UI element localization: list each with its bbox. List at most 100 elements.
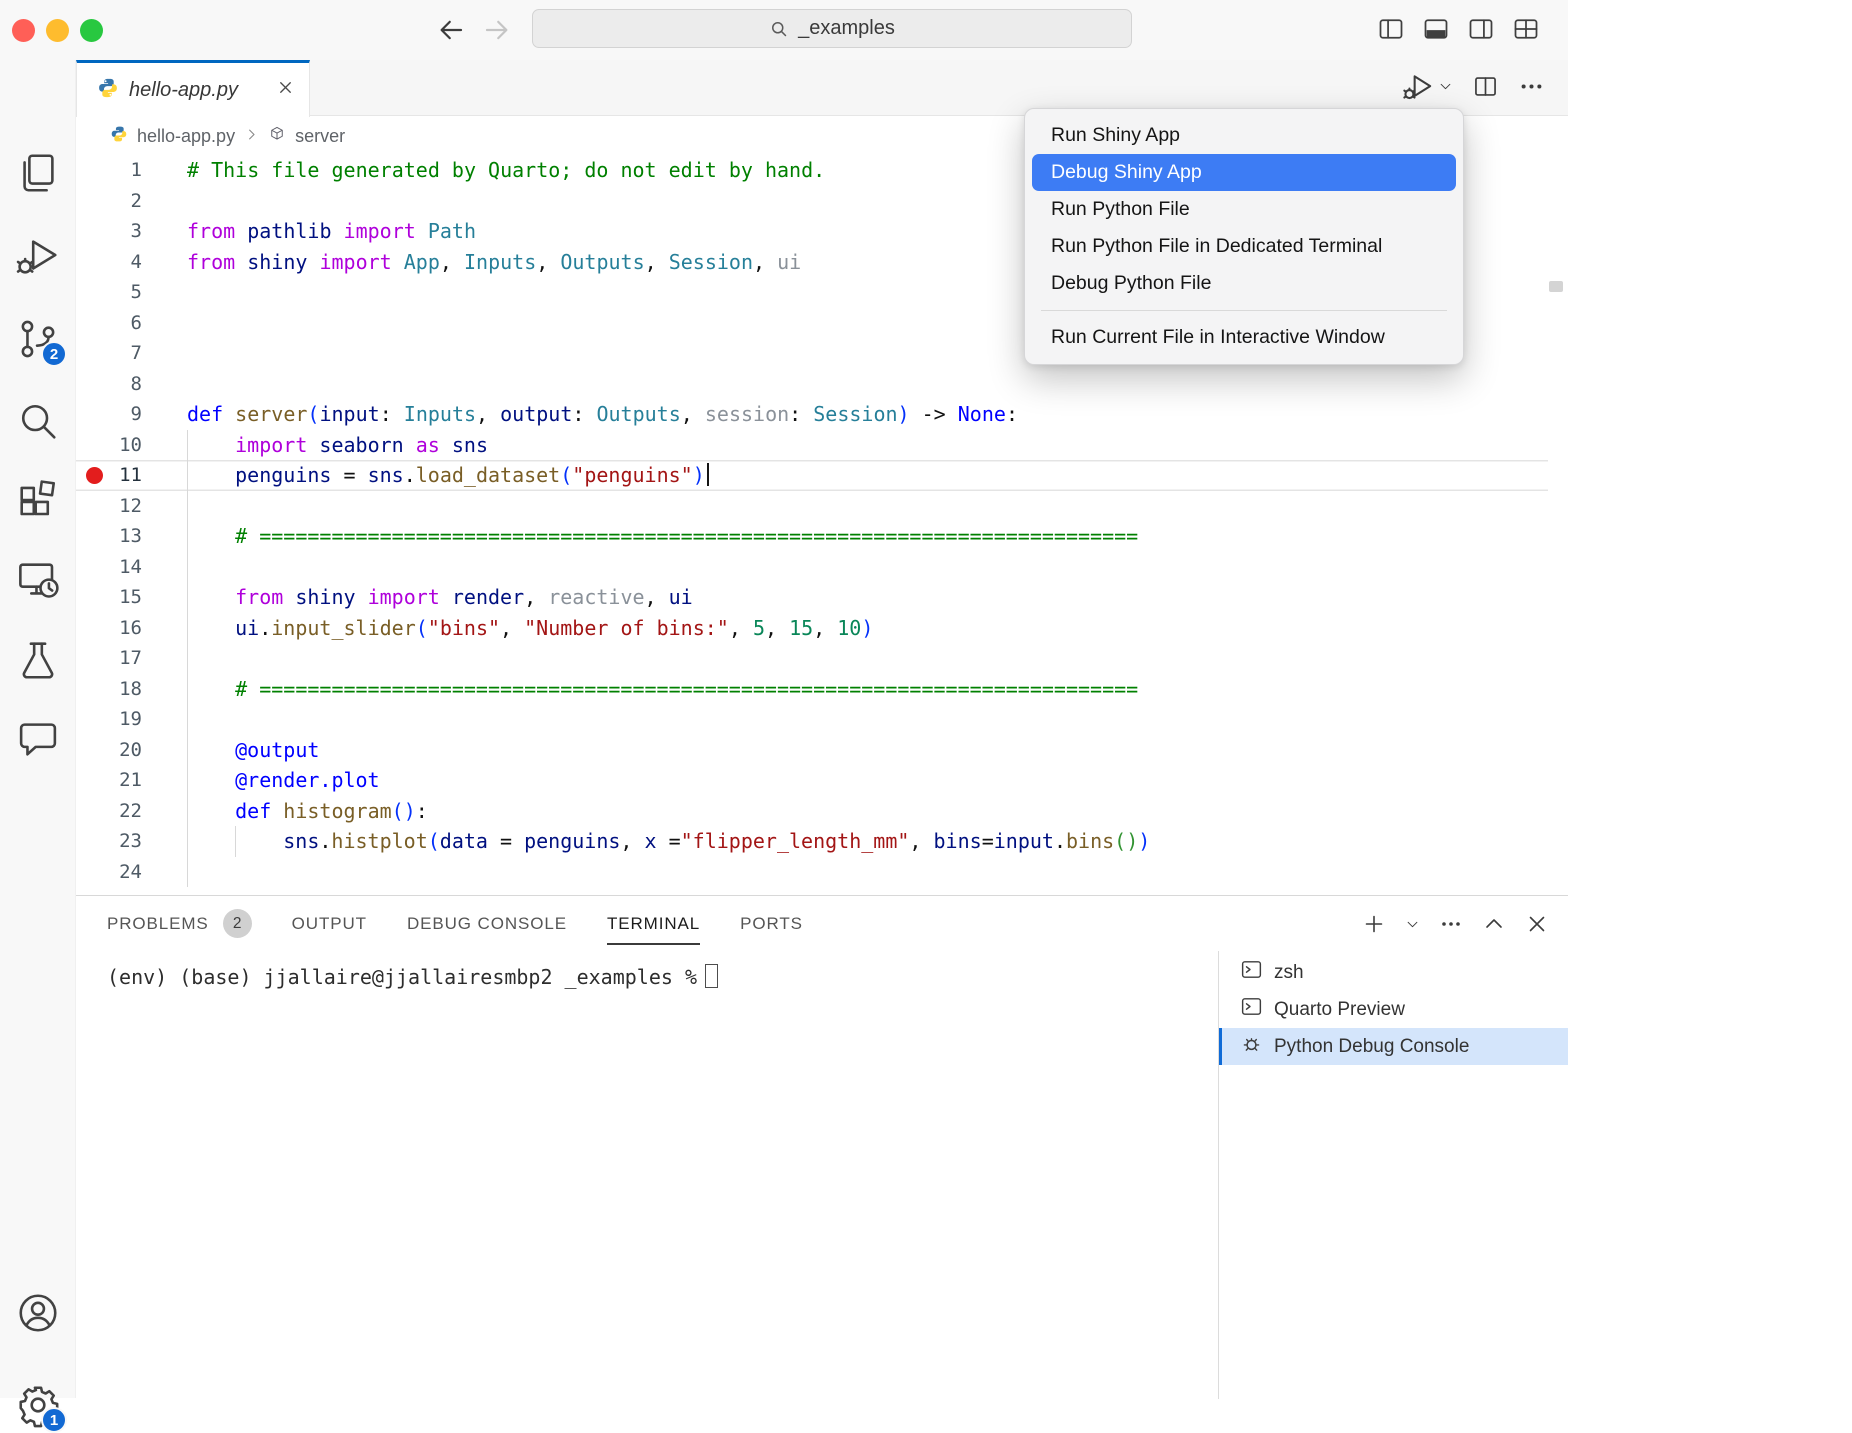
menu-item-debug-python-file[interactable]: Debug Python File bbox=[1032, 265, 1456, 302]
code-line-23[interactable]: 23sns.histplot(data = penguins, x ="flip… bbox=[76, 826, 1548, 857]
indent-guide bbox=[187, 491, 188, 522]
sidebar-item-search[interactable] bbox=[15, 398, 61, 444]
menu-item-run-current-file-in-interactive-window[interactable]: Run Current File in Interactive Window bbox=[1032, 319, 1456, 356]
line-number[interactable]: 22 bbox=[76, 796, 142, 827]
toggle-secondary-sidebar-icon[interactable] bbox=[1467, 15, 1495, 48]
line-number[interactable]: 8 bbox=[76, 369, 142, 400]
menu-item-run-python-file[interactable]: Run Python File bbox=[1032, 191, 1456, 228]
code-line-14[interactable]: 14 bbox=[76, 552, 1548, 583]
line-number[interactable]: 1 bbox=[76, 155, 142, 186]
split-editor-icon[interactable] bbox=[1472, 73, 1499, 105]
sidebar-item-run-and-debug[interactable] bbox=[15, 233, 61, 279]
close-panel-icon[interactable] bbox=[1525, 912, 1549, 941]
line-number[interactable]: 6 bbox=[76, 308, 142, 339]
code-line-22[interactable]: 22def histogram(): bbox=[76, 796, 1548, 827]
code-line-21[interactable]: 21@render.plot bbox=[76, 765, 1548, 796]
line-number[interactable]: 2 bbox=[76, 186, 142, 217]
code-line-20[interactable]: 20@output bbox=[76, 735, 1548, 766]
code-line-15[interactable]: 15from shiny import render, reactive, ui bbox=[76, 582, 1548, 613]
navigate-back-button[interactable] bbox=[436, 15, 468, 47]
text-cursor bbox=[707, 463, 710, 486]
run-options-chevron-icon[interactable] bbox=[1438, 79, 1453, 99]
terminal-session-label: Python Debug Console bbox=[1274, 1036, 1469, 1058]
code-line-16[interactable]: 16ui.input_slider("bins", "Number of bin… bbox=[76, 613, 1548, 644]
search-value: _examples bbox=[798, 17, 895, 40]
line-number[interactable]: 7 bbox=[76, 338, 142, 369]
code-line-9[interactable]: 9def server(input: Inputs, output: Outpu… bbox=[76, 399, 1548, 430]
sidebar-item-testing[interactable] bbox=[15, 637, 61, 683]
line-number[interactable]: 24 bbox=[76, 857, 142, 888]
line-number[interactable]: 23 bbox=[76, 826, 142, 857]
code-line-12[interactable]: 12 bbox=[76, 491, 1548, 522]
close-window-button[interactable] bbox=[12, 19, 35, 42]
code-line-17[interactable]: 17 bbox=[76, 643, 1548, 674]
sidebar-item-explorer[interactable] bbox=[15, 150, 61, 196]
code-line-10[interactable]: 10import seaborn as sns bbox=[76, 430, 1548, 461]
more-actions-icon[interactable] bbox=[1518, 73, 1545, 105]
breadcrumb-symbol[interactable]: server bbox=[295, 126, 345, 147]
indent-guide bbox=[187, 765, 188, 796]
line-number[interactable]: 10 bbox=[76, 430, 142, 461]
panel-tab-debug-console[interactable]: DEBUG CONSOLE bbox=[407, 896, 567, 951]
line-number[interactable]: 16 bbox=[76, 613, 142, 644]
toggle-primary-sidebar-icon[interactable] bbox=[1377, 15, 1405, 48]
terminal-list-item-python-debug-console[interactable]: Python Debug Console bbox=[1219, 1028, 1568, 1065]
remote-explorer-icon bbox=[15, 557, 61, 603]
run-or-debug-button[interactable] bbox=[1402, 70, 1435, 108]
indent-guide bbox=[187, 704, 188, 735]
line-number[interactable]: 4 bbox=[76, 247, 142, 278]
line-number[interactable]: 5 bbox=[76, 277, 142, 308]
line-number[interactable]: 12 bbox=[76, 491, 142, 522]
code-line-11[interactable]: 11penguins = sns.load_dataset("penguins"… bbox=[76, 460, 1548, 491]
line-number[interactable]: 20 bbox=[76, 735, 142, 766]
line-number[interactable]: 14 bbox=[76, 552, 142, 583]
terminal-profile-chevron-icon[interactable] bbox=[1405, 917, 1420, 937]
line-number[interactable]: 3 bbox=[76, 216, 142, 247]
menu-item-run-python-file-in-dedicated-terminal[interactable]: Run Python File in Dedicated Terminal bbox=[1032, 228, 1456, 265]
sidebar-item-settings[interactable]: 1 bbox=[15, 1382, 61, 1428]
breakpoint-dot[interactable] bbox=[86, 467, 103, 484]
navigate-forward-button[interactable] bbox=[482, 15, 514, 47]
minimize-window-button[interactable] bbox=[46, 19, 69, 42]
panel-tab-problems[interactable]: PROBLEMS2 bbox=[107, 896, 252, 951]
code-line-8[interactable]: 8 bbox=[76, 369, 1548, 400]
line-number[interactable]: 13 bbox=[76, 521, 142, 552]
terminal-list-item-zsh[interactable]: zsh bbox=[1219, 954, 1568, 991]
command-center-search[interactable]: _examples bbox=[532, 9, 1132, 48]
terminal-list-item-quarto-preview[interactable]: Quarto Preview bbox=[1219, 991, 1568, 1028]
customize-layout-icon[interactable] bbox=[1512, 15, 1540, 48]
maximize-panel-icon[interactable] bbox=[1482, 912, 1506, 941]
sidebar-item-extensions[interactable] bbox=[15, 477, 61, 523]
sidebar-item-source-control[interactable]: 2 bbox=[15, 316, 61, 362]
panel-tab-terminal[interactable]: TERMINAL bbox=[607, 896, 700, 951]
sidebar-item-accounts[interactable] bbox=[15, 1290, 61, 1336]
editor-toolbar bbox=[1402, 72, 1545, 106]
line-number[interactable]: 9 bbox=[76, 399, 142, 430]
terminal-output[interactable]: (env) (base) jjallaire@jjallairesmbp2 _e… bbox=[107, 964, 1207, 989]
line-number[interactable]: 19 bbox=[76, 704, 142, 735]
line-number[interactable]: 21 bbox=[76, 765, 142, 796]
source-control-badge: 2 bbox=[41, 341, 67, 367]
line-number[interactable]: 15 bbox=[76, 582, 142, 613]
new-terminal-icon[interactable] bbox=[1362, 912, 1386, 941]
code-line-13[interactable]: 13# ====================================… bbox=[76, 521, 1548, 552]
code-line-18[interactable]: 18# ====================================… bbox=[76, 674, 1548, 705]
sidebar-item-remote-explorer[interactable] bbox=[15, 557, 61, 603]
code-line-24[interactable]: 24 bbox=[76, 857, 1548, 888]
menu-item-run-shiny-app[interactable]: Run Shiny App bbox=[1032, 117, 1456, 154]
indent-guide bbox=[235, 826, 236, 857]
close-tab-icon[interactable] bbox=[276, 78, 295, 102]
zoom-window-button[interactable] bbox=[80, 19, 103, 42]
line-number[interactable]: 17 bbox=[76, 643, 142, 674]
tab-hello-app-py[interactable]: hello-app.py bbox=[76, 60, 310, 117]
sidebar-item-comments[interactable] bbox=[15, 716, 61, 762]
panel-tab-output[interactable]: OUTPUT bbox=[292, 896, 367, 951]
code-line-19[interactable]: 19 bbox=[76, 704, 1548, 735]
panel-tab-ports[interactable]: PORTS bbox=[740, 896, 803, 951]
panel-more-actions-icon[interactable] bbox=[1439, 912, 1463, 941]
toggle-panel-icon[interactable] bbox=[1422, 15, 1450, 48]
breadcrumb-file[interactable]: hello-app.py bbox=[137, 126, 235, 147]
menu-item-debug-shiny-app[interactable]: Debug Shiny App bbox=[1032, 154, 1456, 191]
line-number[interactable]: 18 bbox=[76, 674, 142, 705]
indent-guide bbox=[187, 521, 188, 552]
